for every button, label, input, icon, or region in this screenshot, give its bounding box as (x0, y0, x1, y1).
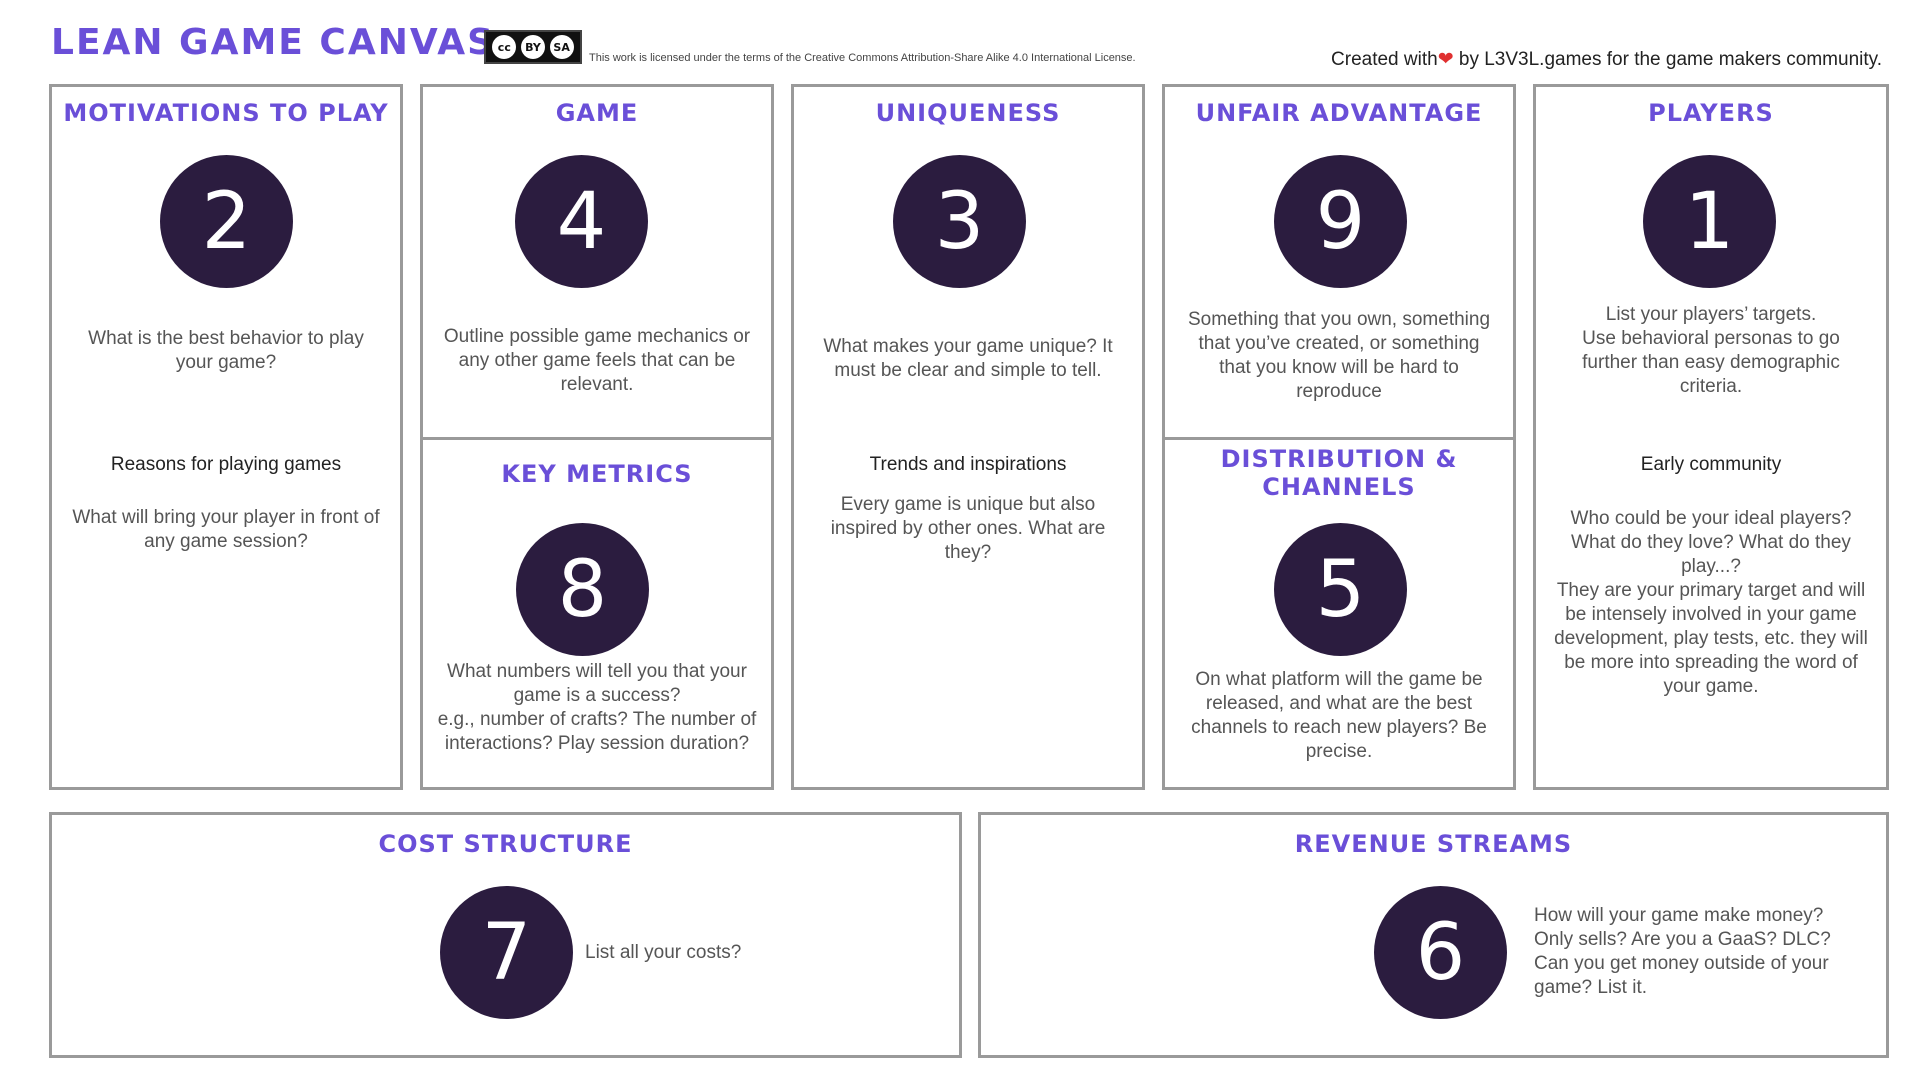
section-question: What is the best behavior to play your g… (88, 328, 364, 373)
share-alike-icon: SA (549, 35, 574, 59)
section-question: What makes your game unique? It must be … (823, 336, 1113, 381)
section-distribution: DISTRIBUTION & CHANNELS 5 On what platfo… (1162, 437, 1516, 790)
section-sub-question: Who could be your ideal players? What do… (1554, 508, 1868, 697)
section-subtitle: Reasons for playing games (110, 454, 342, 475)
section-unfair-advantage: UNFAIR ADVANTAGE 9 Something that you ow… (1162, 84, 1516, 440)
cc-license-badge[interactable]: cc BY SA (484, 30, 582, 64)
section-players: PLAYERS 1 List your players’ targets. Us… (1533, 84, 1889, 790)
cc-icon: cc (492, 35, 517, 59)
section-sub-question: What will bring your player in front of … (72, 507, 380, 552)
attribution-icon: BY (520, 35, 545, 59)
section-sub-question: Every game is unique but also inspired b… (830, 494, 1106, 563)
section-title: MOTIVATIONS TO PLAY (63, 99, 389, 127)
step-number-badge: 3 (893, 155, 1026, 288)
created-prefix: Created with (1331, 49, 1438, 70)
section-question: List all your costs? (585, 942, 742, 963)
step-number-badge: 7 (440, 886, 573, 1019)
step-number-badge: 8 (516, 523, 649, 656)
section-subtitle: Trends and inspirations (869, 454, 1067, 475)
section-cost-structure: COST STRUCTURE 7 List all your costs? (49, 812, 962, 1058)
section-motivations: MOTIVATIONS TO PLAY 2 What is the best b… (49, 84, 403, 790)
section-question: On what platform will the game be releas… (1191, 669, 1487, 762)
section-title: COST STRUCTURE (378, 830, 633, 858)
step-number-badge: 9 (1274, 155, 1407, 288)
step-number-badge: 1 (1643, 155, 1776, 288)
section-title: REVENUE STREAMS (1294, 830, 1573, 858)
step-number-badge: 4 (515, 155, 648, 288)
section-title: UNFAIR ADVANTAGE (1195, 99, 1483, 127)
section-subtitle: Early community (1640, 454, 1782, 475)
section-title: PLAYERS (1648, 99, 1774, 127)
section-question: What numbers will tell you that your gam… (437, 661, 757, 754)
step-number-badge: 2 (160, 155, 293, 288)
canvas-title: LEAN GAME CANVAS (51, 22, 496, 63)
section-title: GAME (555, 99, 639, 127)
license-text: This work is licensed under the terms of… (589, 52, 1136, 64)
step-number-badge: 6 (1374, 886, 1507, 1019)
section-game: GAME 4 Outline possible game mechanics o… (420, 84, 774, 440)
section-question: Something that you own, something that y… (1187, 309, 1491, 402)
section-uniqueness: UNIQUENESS 3 What makes your game unique… (791, 84, 1145, 790)
step-number-badge: 5 (1274, 523, 1407, 656)
section-key-metrics: KEY METRICS 8 What numbers will tell you… (420, 437, 774, 790)
heart-icon: ❤ (1437, 49, 1454, 70)
section-question: How will your game make money? Only sell… (1534, 905, 1831, 998)
section-title: DISTRIBUTION & CHANNELS (1220, 445, 1458, 501)
section-revenue-streams: REVENUE STREAMS 6 How will your game mak… (978, 812, 1889, 1058)
created-suffix: by L3V3L.games for the game makers commu… (1453, 49, 1882, 70)
section-title: KEY METRICS (501, 460, 693, 488)
section-title: UNIQUENESS (875, 99, 1061, 127)
created-by-text: Created with❤ by L3V3L.games for the gam… (1331, 48, 1882, 71)
section-question: Outline possible game mechanics or any o… (443, 326, 751, 395)
section-question: List your players’ targets. Use behavior… (1582, 304, 1840, 397)
